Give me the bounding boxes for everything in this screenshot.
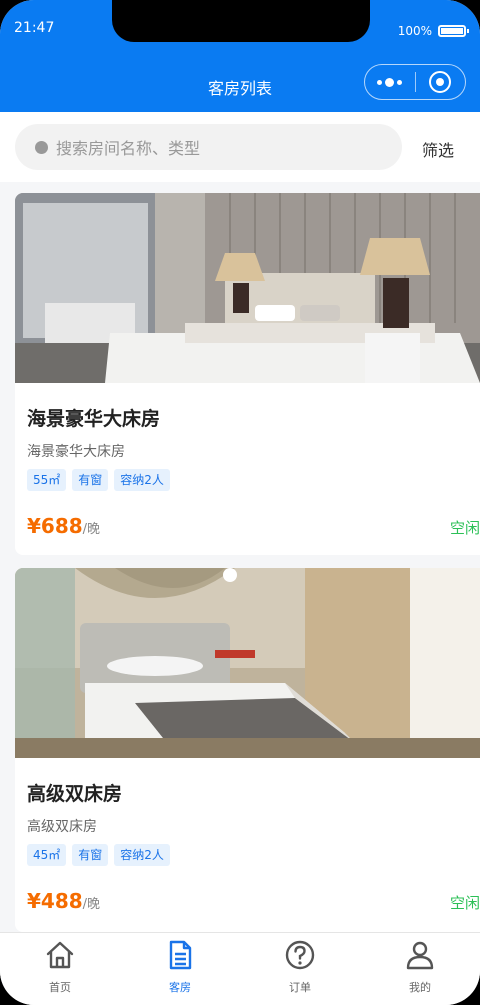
battery-percent: 100%: [397, 24, 432, 38]
app-header: 21:47 100% 客房列表: [0, 0, 480, 112]
user-icon: [406, 941, 434, 970]
room-status: 空闲: [449, 519, 480, 537]
room-status: 空闲: [449, 894, 480, 912]
room-price: ¥688/晚: [27, 514, 100, 538]
room-photo: [15, 193, 480, 383]
room-photo: [15, 568, 480, 758]
mini-program-capsule: [364, 64, 466, 100]
room-subtitle: 海景豪华大床房: [27, 444, 125, 460]
room-subtitle: 高级双床房: [27, 819, 97, 835]
device-notch: [112, 0, 370, 42]
status-time: 21:47: [14, 20, 55, 36]
search-icon: [35, 140, 48, 154]
room-card[interactable]: 海景豪华大床房 海景豪华大床房 55㎡ 有窗 容纳2人 ¥688/晚 空闲: [15, 193, 480, 555]
price-value: ¥488: [27, 889, 83, 913]
tag-area: 45㎡: [27, 844, 67, 866]
tag-window: 有窗: [72, 844, 109, 866]
room-price: ¥488/晚: [27, 889, 100, 913]
document-icon: [169, 940, 192, 970]
tab-label: 订单: [289, 981, 311, 994]
tab-profile[interactable]: 我的: [360, 933, 480, 1005]
tag-window: 有窗: [72, 469, 109, 491]
tag-capacity: 容纳2人: [114, 469, 170, 491]
bottom-tab-bar: 首页 客房 订单 我的: [0, 932, 480, 1005]
price-value: ¥688: [27, 514, 83, 538]
room-tags: 45㎡ 有窗 容纳2人: [27, 844, 170, 866]
tab-orders[interactable]: 订单: [240, 933, 360, 1005]
tab-label: 我的: [409, 981, 431, 994]
tab-label: 首页: [49, 981, 71, 994]
target-icon: [429, 71, 452, 93]
room-name: 高级双床房: [27, 783, 123, 805]
question-icon: [285, 940, 315, 970]
tab-rooms[interactable]: 客房: [120, 933, 240, 1005]
tag-capacity: 容纳2人: [114, 844, 170, 866]
room-card[interactable]: 高级双床房 高级双床房 45㎡ 有窗 容纳2人 ¥488/晚 空闲: [15, 568, 480, 932]
search-placeholder: 搜索房间名称、类型: [56, 139, 201, 158]
search-bar: 搜索房间名称、类型 筛选: [0, 112, 480, 182]
status-battery: 100%: [397, 24, 469, 38]
close-mini-program-button[interactable]: [416, 71, 466, 93]
tab-home[interactable]: 首页: [0, 933, 120, 1005]
room-name: 海景豪华大床房: [27, 408, 161, 430]
search-input[interactable]: 搜索房间名称、类型: [15, 124, 402, 170]
phone-screen: 21:47 100% 客房列表 搜索房间名称、类型 筛选 海景豪华大床房 海景豪…: [0, 0, 480, 1005]
room-tags: 55㎡ 有窗 容纳2人: [27, 469, 170, 491]
battery-icon: [438, 25, 469, 37]
filter-button[interactable]: 筛选: [422, 137, 454, 161]
tag-area: 55㎡: [27, 469, 67, 491]
tab-label: 客房: [169, 981, 191, 994]
home-icon: [46, 941, 74, 969]
more-menu-icon[interactable]: [365, 77, 415, 87]
price-unit: /晚: [82, 522, 101, 537]
price-unit: /晚: [82, 897, 101, 912]
